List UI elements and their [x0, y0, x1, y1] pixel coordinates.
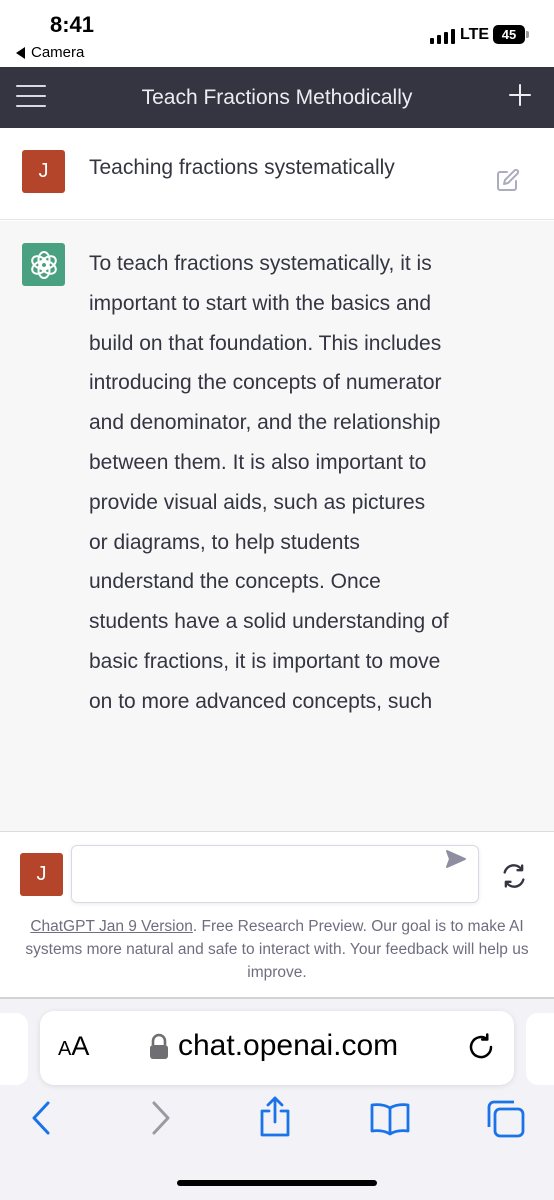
top-nav-bar: Teach Fractions Methodically: [0, 67, 554, 128]
message-input[interactable]: [71, 845, 479, 903]
disclaimer: ChatGPT Jan 9 Version. Free Research Pre…: [18, 915, 536, 984]
network-type: LTE: [460, 26, 490, 43]
browser-toolbar: AA chat.openai.com: [0, 999, 554, 1200]
assistant-message: To teach fractions systematically, it is…: [0, 221, 554, 831]
signal-icon: [430, 27, 455, 44]
user-message-text: Teaching fractions systematically: [89, 156, 395, 179]
status-time: 8:41: [50, 12, 95, 37]
composer-user-avatar: J: [20, 853, 63, 896]
battery-icon: 45: [493, 25, 525, 44]
bookmarks-icon[interactable]: [368, 1101, 412, 1137]
send-icon[interactable]: [444, 847, 468, 871]
share-icon[interactable]: [256, 1095, 294, 1139]
reload-icon[interactable]: [466, 1032, 496, 1062]
text-size-label: A: [71, 1031, 90, 1061]
conversation-title: Teach Fractions Methodically: [141, 86, 413, 109]
back-triangle-icon: [16, 46, 25, 59]
regenerate-icon[interactable]: [500, 862, 528, 890]
battery-tip: [526, 31, 529, 38]
previous-tab-preview[interactable]: [0, 1013, 28, 1085]
lock-icon: [150, 1033, 168, 1059]
forward-icon[interactable]: [148, 1099, 174, 1137]
address-bar[interactable]: AA chat.openai.com: [40, 1011, 514, 1085]
status-bar: 8:41 Camera LTE 45: [0, 0, 554, 67]
url-text[interactable]: chat.openai.com: [178, 1029, 398, 1063]
text-size-button[interactable]: AA: [58, 1031, 89, 1062]
version-link[interactable]: ChatGPT Jan 9 Version: [30, 918, 193, 935]
plus-icon[interactable]: [507, 82, 533, 108]
openai-logo-icon: [22, 243, 65, 286]
edit-icon[interactable]: [496, 168, 520, 192]
user-avatar: J: [22, 150, 65, 193]
user-message: J Teaching fractions systematically: [0, 128, 554, 220]
tabs-icon[interactable]: [485, 1099, 527, 1139]
back-icon[interactable]: [28, 1099, 54, 1137]
back-app-label: Camera: [31, 44, 85, 61]
composer: J ChatGPT Jan 9 Version. Free Research P…: [0, 831, 554, 999]
assistant-message-text: To teach fractions systematically, it is…: [89, 252, 449, 713]
back-to-app-link[interactable]: Camera: [16, 44, 84, 61]
next-tab-preview[interactable]: [526, 1013, 554, 1085]
home-indicator: [177, 1180, 377, 1186]
